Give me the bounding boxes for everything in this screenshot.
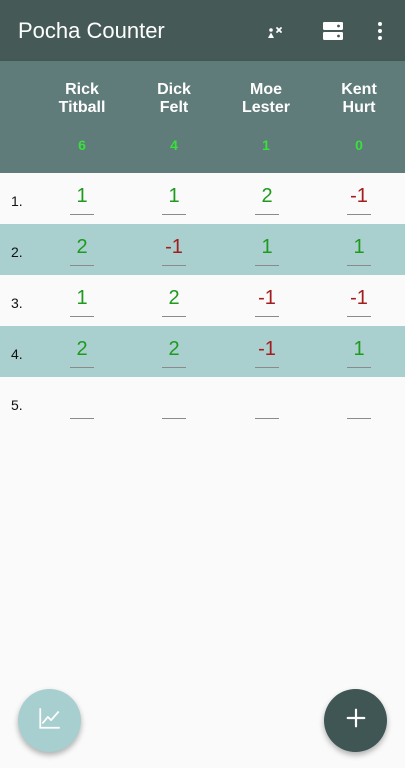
player-column[interactable]: Moe Lester 1 (220, 61, 312, 173)
score-cell[interactable]: -1 (347, 185, 371, 215)
score-cell[interactable]: -1 (255, 287, 279, 317)
add-icon (345, 707, 367, 734)
player-column[interactable]: Dick Felt 4 (128, 61, 220, 173)
app-title: Pocha Counter (18, 17, 165, 43)
score-cell[interactable]: 2 (70, 236, 94, 266)
player-name: Rick Titball (58, 81, 106, 116)
table-layout-icon[interactable] (321, 19, 345, 43)
round-number: 3. (11, 295, 23, 311)
round-row: 5. (0, 377, 405, 428)
score-cell[interactable]: 1 (347, 338, 371, 368)
score-cell[interactable]: 2 (162, 287, 186, 317)
player-column[interactable]: Kent Hurt 0 (313, 61, 405, 173)
player-total: 1 (262, 137, 270, 153)
score-cell[interactable]: 1 (162, 185, 186, 215)
round-row: 2. 2 -1 1 1 (0, 224, 405, 275)
player-total: 0 (355, 137, 363, 153)
player-name: Dick Felt (157, 81, 191, 116)
round-row: 3. 1 2 -1 -1 (0, 275, 405, 326)
score-cell[interactable]: 2 (162, 338, 186, 368)
score-input[interactable] (162, 389, 186, 419)
player-total: 6 (78, 137, 86, 153)
score-cell[interactable]: 1 (70, 287, 94, 317)
round-row: 4. 2 2 -1 1 (0, 326, 405, 377)
overflow-menu-icon[interactable] (368, 19, 392, 43)
clear-players-icon[interactable] (262, 19, 286, 43)
score-cell[interactable]: 1 (70, 185, 94, 215)
round-row: 1. 1 1 2 -1 (0, 173, 405, 224)
app-bar: Pocha Counter (0, 0, 405, 61)
rounds-table: 1. 1 1 2 -1 2. 2 -1 1 1 3. 1 2 -1 -1 4. … (0, 173, 405, 428)
score-cell[interactable]: -1 (347, 287, 371, 317)
score-input[interactable] (347, 389, 371, 419)
score-cell[interactable]: 2 (255, 185, 279, 215)
round-number: 4. (11, 346, 23, 362)
chart-button[interactable] (18, 689, 81, 752)
score-input[interactable] (70, 389, 94, 419)
add-round-button[interactable] (324, 689, 387, 752)
score-cell[interactable]: 2 (70, 338, 94, 368)
player-total: 4 (170, 137, 178, 153)
chart-icon (37, 705, 63, 736)
round-number: 2. (11, 244, 23, 260)
score-cell[interactable]: -1 (255, 338, 279, 368)
score-cell[interactable]: -1 (162, 236, 186, 266)
round-number: 5. (11, 397, 23, 413)
round-number: 1. (11, 193, 23, 209)
score-input[interactable] (255, 389, 279, 419)
player-name: Kent Hurt (341, 81, 377, 116)
score-cell[interactable]: 1 (347, 236, 371, 266)
player-name: Moe Lester (241, 81, 291, 116)
players-header: Rick Titball 6 Dick Felt 4 Moe Lester 1 Ken… (0, 61, 405, 173)
score-cell[interactable]: 1 (255, 236, 279, 266)
player-column[interactable]: Rick Titball 6 (36, 61, 128, 173)
